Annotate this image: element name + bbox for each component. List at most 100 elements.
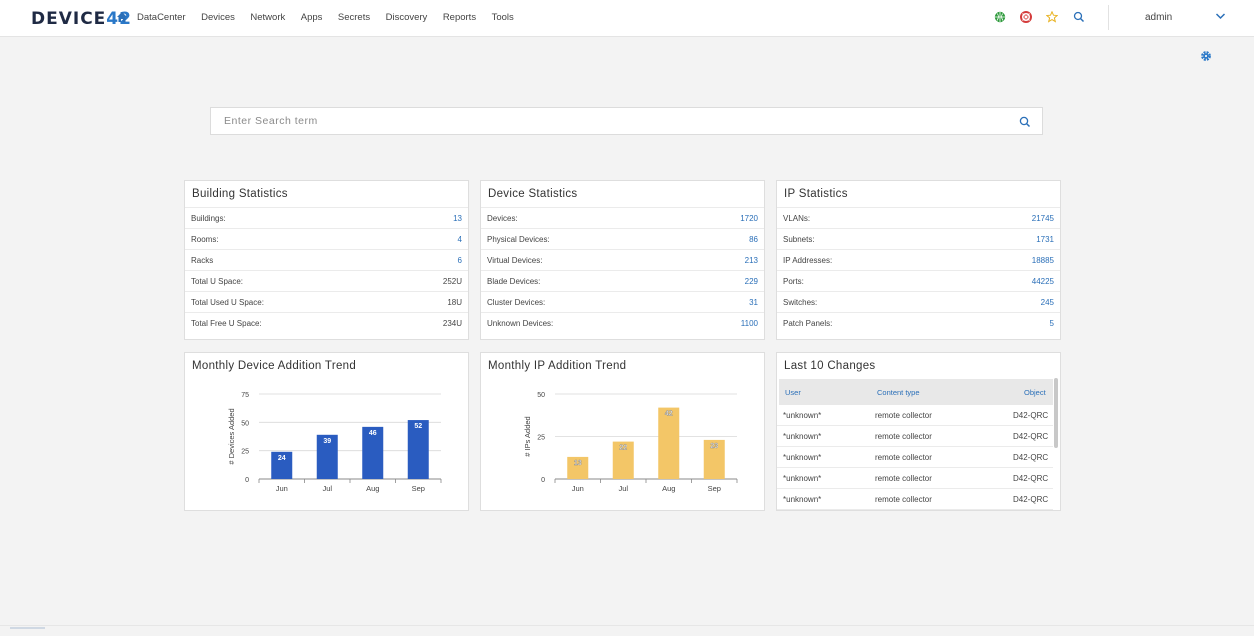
nav-network[interactable]: Network [250,12,285,23]
stat-row: Buildings: 13 [185,207,468,228]
stat-row: Racks 6 [185,249,468,270]
bar [658,407,680,479]
stat-value: 18U [447,297,462,307]
stat-value: 252U [442,276,462,286]
stat-row: Total Free U Space: 234U [185,312,468,333]
device-trend-panel: Monthly Device Addition Trend 0 25 50 75 # D… [184,352,469,511]
stat-link[interactable]: 6 [458,256,462,265]
panel-title: Building Statistics [192,188,288,200]
scrollbar[interactable] [1054,378,1058,448]
table-row[interactable]: *unknown* remote collector D42-QRC [777,426,1053,447]
nav-secrets[interactable]: Secrets [338,12,370,23]
stat-row: Rooms: 4 [185,228,468,249]
stat-link[interactable]: 4 [458,235,462,244]
device-statistics-panel: Device Statistics Devices: 1720 Physical … [480,180,765,340]
home-icon[interactable] [116,11,128,23]
ip-statistics-panel: IP Statistics VLANs: 21745 Subnets: 1731 I… [776,180,1061,340]
table-row[interactable]: *unknown* remote collector D42-QRC [777,447,1053,468]
bar-value-label: 52 [414,423,422,430]
user-menu-label[interactable]: admin [1145,12,1172,23]
star-icon[interactable] [1046,11,1058,23]
col-user[interactable]: User [785,388,801,397]
bar-value-label: 42 [665,411,673,418]
x-tick-label: Jul [618,484,628,493]
stat-row: Devices: 1720 [481,207,764,228]
col-object[interactable]: Object [1024,388,1046,397]
table-header: User Content type Object [779,379,1053,405]
bar-value-label: 13 [574,460,582,467]
stat-link[interactable]: 21745 [1032,214,1054,223]
chevron-down-icon[interactable] [1215,12,1226,20]
nav-tools[interactable]: Tools [492,12,514,23]
nav-apps[interactable]: Apps [301,12,323,23]
y-tick-label: 0 [245,477,249,484]
stat-row: Cluster Devices: 31 [481,291,764,312]
x-tick-label: Sep [708,484,721,493]
search-icon[interactable] [1019,116,1031,128]
stat-row: IP Addresses: 18885 [777,249,1060,270]
y-tick-label: 25 [537,435,545,442]
help-ring-icon[interactable] [1020,11,1032,23]
stat-link[interactable]: 18885 [1032,256,1054,265]
search-icon[interactable] [1073,11,1085,23]
stat-row: Virtual Devices: 213 [481,249,764,270]
stat-link[interactable]: 245 [1041,298,1054,307]
device-trend-chart: 0 25 50 75 # Devices Added 24 Jun 39 Jul 46 Aug 52 S… [227,392,442,493]
globe-icon[interactable] [994,11,1006,23]
table-row[interactable]: *unknown* remote collector D42-QRC [777,489,1053,510]
search-input[interactable] [211,108,1001,134]
stat-link[interactable]: 1100 [741,319,758,328]
bar-value-label: 39 [323,438,331,445]
y-tick-label: 50 [537,392,545,399]
gear-icon[interactable] [1200,50,1212,62]
stat-link[interactable]: 86 [749,235,758,244]
stat-row: Total U Space: 252U [185,270,468,291]
table-row[interactable]: *unknown* remote collector D42-QRC [777,468,1053,489]
y-tick-label: 75 [241,392,249,399]
panel-title: Device Statistics [488,188,578,200]
stat-link[interactable]: 13 [453,214,462,223]
top-navbar: DEVICE42 DataCenter Devices Network Apps… [0,0,1254,37]
stat-row: Physical Devices: 86 [481,228,764,249]
stat-row: Patch Panels: 5 [777,312,1060,333]
stat-row: Total Used U Space: 18U [185,291,468,312]
x-tick-label: Jun [572,484,584,493]
nav-reports[interactable]: Reports [443,12,476,23]
stat-link[interactable]: 229 [745,277,758,286]
stat-row: VLANs: 21745 [777,207,1060,228]
building-statistics-panel: Building Statistics Buildings: 13 Rooms: 4… [184,180,469,340]
nav-discovery[interactable]: Discovery [386,12,428,23]
x-tick-label: Jul [322,484,332,493]
chart-title: Monthly IP Addition Trend [488,360,627,372]
nav-datacenter[interactable]: DataCenter [137,12,186,23]
stat-link[interactable]: 44225 [1032,277,1054,286]
panel-title: Last 10 Changes [784,360,876,372]
stat-link[interactable]: 1720 [740,214,758,223]
stat-row: Blade Devices: 229 [481,270,764,291]
stat-row: Switches: 245 [777,291,1060,312]
y-tick-label: 25 [241,449,249,456]
stat-row: Subnets: 1731 [777,228,1060,249]
global-search-box [210,107,1043,135]
footer-divider [0,625,1254,626]
x-tick-label: Jun [276,484,288,493]
bar-value-label: 46 [369,430,377,437]
col-content-type[interactable]: Content type [877,388,920,397]
bar-value-label: 22 [619,445,627,452]
stat-link[interactable]: 31 [749,298,758,307]
stat-link[interactable]: 1731 [1036,235,1054,244]
y-tick-label: 50 [241,420,249,427]
nav-devices[interactable]: Devices [201,12,235,23]
table-row[interactable]: *unknown* remote collector D42-QRC [777,405,1053,426]
stat-value: 234U [442,318,462,328]
bar-value-label: 24 [278,455,286,462]
footer-mark [10,627,45,629]
stat-row: Ports: 44225 [777,270,1060,291]
stat-link[interactable]: 5 [1050,319,1054,328]
x-tick-label: Sep [412,484,425,493]
stat-row: Unknown Devices: 1100 [481,312,764,333]
ip-trend-panel: Monthly IP Addition Trend 0 25 50 # IPs Add… [480,352,765,511]
main-menu: DataCenter Devices Network Apps Secrets … [137,12,529,23]
ip-trend-chart: 0 25 50 # IPs Added 13 Jun 22 Jul 42 Aug 23 Sep [523,392,738,493]
stat-link[interactable]: 213 [745,256,758,265]
